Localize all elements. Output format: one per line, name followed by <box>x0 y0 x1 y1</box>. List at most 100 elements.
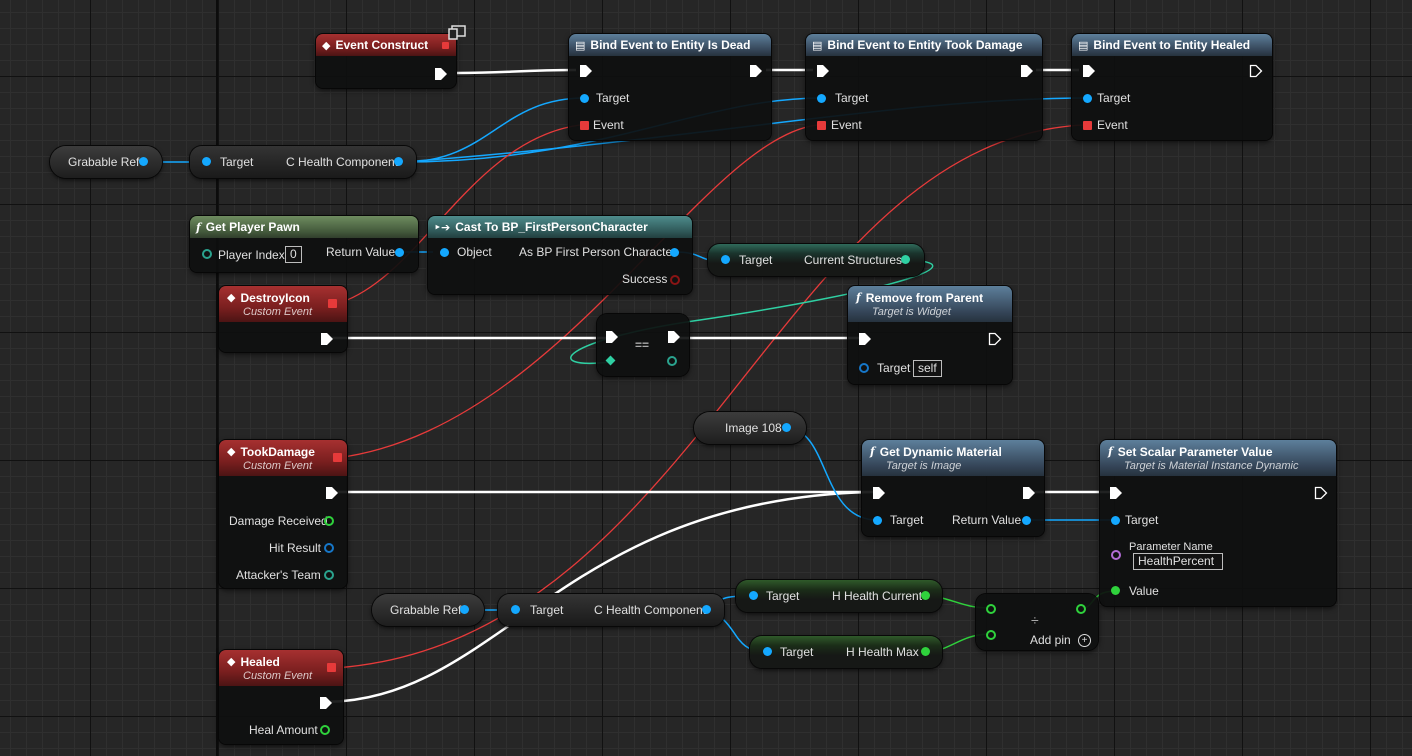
divide-node[interactable]: ÷ Add pin + <box>976 594 1098 650</box>
target-pin[interactable] <box>763 647 772 656</box>
health-max-getter-node[interactable]: Target H Health Max <box>750 636 942 668</box>
node-title: Bind Event to Entity Is Dead <box>590 38 751 52</box>
event-pin[interactable] <box>580 121 589 130</box>
set-scalar-parameter-value-node[interactable]: f Set Scalar Parameter Value Target is Ma… <box>1100 440 1336 606</box>
target-label: Target <box>835 91 869 105</box>
target-label: Target <box>766 589 800 603</box>
function-icon: ▤ <box>812 39 823 52</box>
event-pin[interactable] <box>817 121 826 130</box>
output-pin[interactable] <box>782 423 791 432</box>
destroy-icon-event-node[interactable]: ◆ DestroyIcon Custom Event <box>219 286 347 352</box>
target-pin[interactable] <box>859 363 869 373</box>
bool-out-pin[interactable] <box>667 356 677 366</box>
heal-amount-label: Heal Amount <box>249 723 318 737</box>
return-value-pin[interactable] <box>395 248 404 257</box>
target-pin[interactable] <box>721 255 730 264</box>
result-output-pin[interactable] <box>1076 604 1086 614</box>
output-pin[interactable] <box>394 157 403 166</box>
function-icon: ▤ <box>1078 39 1089 52</box>
event-pin[interactable] <box>1083 121 1092 130</box>
target-pin[interactable] <box>511 605 520 614</box>
output-pin[interactable] <box>921 591 930 600</box>
success-pin[interactable] <box>670 275 680 285</box>
health-current-getter-node[interactable]: Target H Health Current <box>736 580 942 612</box>
add-pin-plus-icon[interactable]: + <box>1078 634 1091 647</box>
function-icon: ▤ <box>575 39 586 52</box>
current-structures-getter-node[interactable]: Target Current Structures <box>708 244 924 276</box>
node-subtitle: Custom Event <box>243 459 313 472</box>
node-title: Healed <box>240 654 280 669</box>
damage-received-label: Damage Received <box>229 514 328 528</box>
value-pin[interactable] <box>1111 586 1120 595</box>
variable-label: Image 108 <box>725 421 782 435</box>
node-title: Remove from Parent <box>865 290 984 305</box>
remove-from-parent-node[interactable]: f Remove from Parent Target is Widget Tar… <box>848 286 1012 384</box>
output-pin[interactable] <box>901 255 910 264</box>
hit-result-pin[interactable] <box>324 543 334 553</box>
heal-amount-pin[interactable] <box>320 725 330 735</box>
delegate-pin[interactable] <box>333 453 342 462</box>
target-self-input[interactable]: self <box>913 360 942 377</box>
damage-received-pin[interactable] <box>324 516 334 526</box>
delegate-pin[interactable] <box>328 299 337 308</box>
attackers-team-label: Attacker's Team <box>236 568 321 582</box>
function-f-icon: f <box>196 220 201 234</box>
event-label: Event <box>593 118 624 132</box>
output-label: H Health Current <box>832 589 923 603</box>
bind-event-is-dead-node[interactable]: ▤ Bind Event to Entity Is Dead Target Eve… <box>569 34 771 140</box>
delegate-pin[interactable] <box>442 42 449 49</box>
output-pin[interactable] <box>139 157 148 166</box>
event-icon: ◆ <box>227 656 236 668</box>
target-pin[interactable] <box>580 94 589 103</box>
player-index-input[interactable]: 0 <box>285 246 302 263</box>
operator-label: == <box>635 338 650 352</box>
monitor-icon <box>448 24 466 42</box>
grabable-ref-variable-node[interactable]: Grabable Ref <box>372 594 484 626</box>
player-index-pin[interactable] <box>202 249 212 259</box>
image-108-variable-node[interactable]: Image 108 <box>694 412 806 444</box>
took-damage-event-node[interactable]: ◆ TookDamage Custom Event Damage Received… <box>219 440 347 588</box>
output-pin[interactable] <box>702 605 711 614</box>
bind-event-took-damage-node[interactable]: ▤ Bind Event to Entity Took Damage Target… <box>806 34 1042 140</box>
event-label: Event <box>1097 118 1128 132</box>
cast-to-first-person-character-node[interactable]: ‣➔ Cast To BP_FirstPersonCharacter Object… <box>428 216 692 294</box>
add-pin-label[interactable]: Add pin <box>1030 633 1071 647</box>
b-input-pin[interactable] <box>986 630 996 640</box>
target-pin[interactable] <box>817 94 826 103</box>
attackers-team-pin[interactable] <box>324 570 334 580</box>
event-icon: ◆ <box>227 292 236 304</box>
a-input-pin[interactable] <box>986 604 996 614</box>
get-dynamic-material-node[interactable]: f Get Dynamic Material Target is Image Ta… <box>862 440 1044 536</box>
target-pin[interactable] <box>1111 516 1120 525</box>
delegate-pin[interactable] <box>327 663 336 672</box>
event-label: Event <box>831 118 862 132</box>
health-component-getter-node[interactable]: Target C Health Component <box>190 146 416 178</box>
bind-event-healed-node[interactable]: ▤ Bind Event to Entity Healed Target Even… <box>1072 34 1272 140</box>
target-pin[interactable] <box>202 157 211 166</box>
healed-event-node[interactable]: ◆ Healed Custom Event Heal Amount <box>219 650 343 744</box>
event-construct-node[interactable]: ◆ Event Construct <box>316 34 456 88</box>
target-label: Target <box>596 91 630 105</box>
output-label: C Health Component <box>594 603 707 617</box>
target-label: Target <box>1125 513 1159 527</box>
target-pin[interactable] <box>749 591 758 600</box>
array-in-pin[interactable] <box>605 355 616 366</box>
return-value-pin[interactable] <box>1022 516 1031 525</box>
success-label: Success <box>622 272 668 286</box>
parameter-name-pin[interactable] <box>1111 550 1121 560</box>
health-component-getter-node[interactable]: Target C Health Component <box>498 594 724 626</box>
divide-operator: ÷ <box>1031 612 1039 628</box>
grabable-ref-variable-node[interactable]: Grabable Ref <box>50 146 162 178</box>
object-pin[interactable] <box>440 248 449 257</box>
output-pin[interactable] <box>921 647 930 656</box>
cast-icon: ‣➔ <box>434 221 451 234</box>
target-pin[interactable] <box>1083 94 1092 103</box>
target-pin[interactable] <box>873 516 882 525</box>
as-character-label: As BP First Person Character <box>519 245 677 259</box>
parameter-name-input[interactable]: HealthPercent <box>1133 553 1223 570</box>
equal-compare-node[interactable]: == <box>597 314 689 376</box>
as-character-pin[interactable] <box>670 248 679 257</box>
output-pin[interactable] <box>460 605 469 614</box>
get-player-pawn-node[interactable]: f Get Player Pawn Player Index 0 Return V… <box>190 216 418 272</box>
event-icon: ◆ <box>322 39 331 52</box>
